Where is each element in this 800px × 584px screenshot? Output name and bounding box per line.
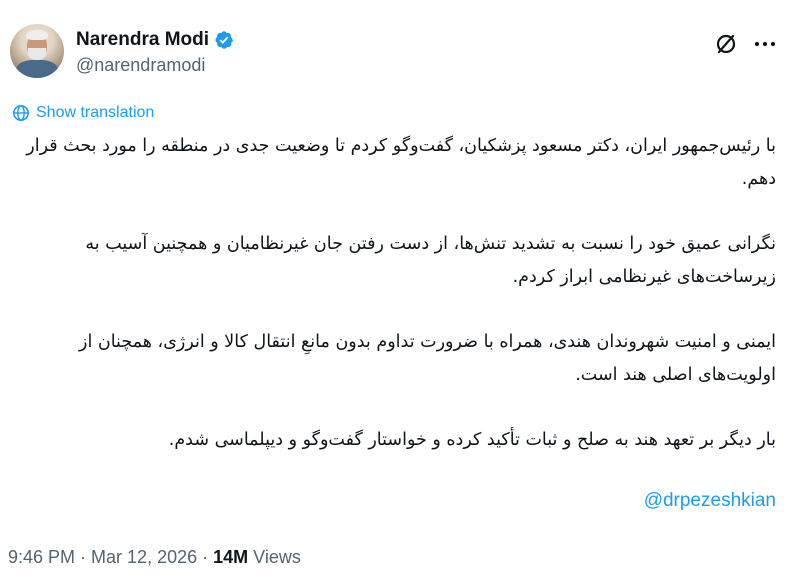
tweet-paragraph-1: با رئیس‌جمهور ایران، دکتر مسعود پزشکیان،…	[26, 136, 776, 189]
tweet-time[interactable]: 9:46 PM	[8, 547, 75, 567]
more-options-icon[interactable]	[752, 32, 778, 56]
show-translation-label: Show translation	[36, 104, 155, 121]
tweet-body: با رئیس‌جمهور ایران، دکتر مسعود پزشکیان،…	[16, 130, 776, 489]
tweet-header: Narendra Modi @narendramodi	[10, 24, 790, 84]
author-handle[interactable]: @narendramodi	[76, 55, 234, 76]
grok-icon[interactable]	[714, 32, 738, 56]
meta-separator: ·	[75, 547, 92, 567]
author-names: Narendra Modi @narendramodi	[76, 27, 234, 76]
tweet: Narendra Modi @narendramodi Show transla…	[0, 0, 800, 584]
views-label: Views	[248, 547, 301, 567]
tweet-paragraph-2: نگرانی عمیق خود را نسبت به تشدید تنش‌ها،…	[85, 234, 776, 287]
avatar-hair	[26, 30, 48, 40]
display-name[interactable]: Narendra Modi	[76, 29, 209, 51]
tweet-meta: 9:46 PM · Mar 12, 2026 · 14M Views	[8, 547, 301, 568]
avatar[interactable]	[10, 24, 64, 78]
verified-badge-icon[interactable]	[214, 30, 234, 50]
views-count: 14M	[213, 547, 249, 567]
tweet-date[interactable]: Mar 12, 2026	[91, 547, 197, 567]
avatar-body	[16, 60, 58, 78]
tweet-paragraph-3: ایمنی و امنیت شهروندان هندی، همراه با ضر…	[79, 332, 776, 385]
tweet-paragraph-4: بار دیگر بر تعهد هند به صلح و ثبات تأکید…	[168, 430, 776, 450]
mention-link[interactable]: @drpezeshkian	[644, 490, 776, 512]
show-translation-link[interactable]: Show translation	[12, 104, 154, 122]
meta-separator: ·	[197, 547, 214, 567]
avatar-beard	[28, 48, 46, 60]
display-name-row: Narendra Modi	[76, 27, 234, 53]
translate-icon	[12, 104, 30, 122]
